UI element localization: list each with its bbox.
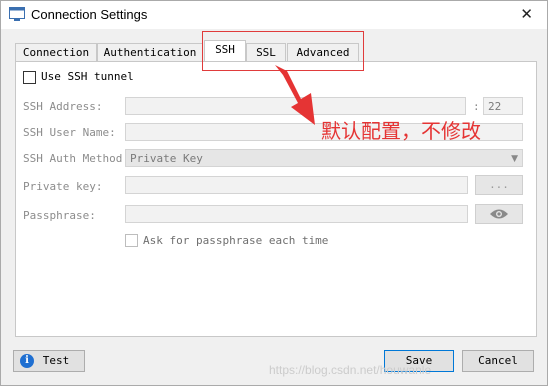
close-icon[interactable]: ✕	[520, 5, 533, 23]
show-passphrase-button[interactable]	[475, 204, 523, 224]
info-icon: i	[20, 354, 34, 368]
window-title: Connection Settings	[31, 7, 148, 22]
window-icon	[9, 7, 25, 21]
browse-key-button[interactable]: ...	[475, 175, 523, 195]
title-bar: Connection Settings ✕	[1, 1, 547, 29]
ask-passphrase-checkbox[interactable]	[125, 234, 138, 247]
ssh-auth-method-select[interactable]: Private Key ▼	[125, 149, 523, 167]
ask-passphrase-label: Ask for passphrase each time	[143, 234, 329, 247]
test-button[interactable]: i Test	[13, 350, 85, 372]
connection-settings-dialog: Connection Settings ✕ Connection Authent…	[0, 0, 548, 386]
ssh-auth-method-label: SSH Auth Method:	[23, 152, 129, 165]
ssh-address-label: SSH Address:	[23, 100, 103, 113]
chevron-down-icon: ▼	[511, 154, 518, 164]
private-key-label: Private key:	[23, 180, 103, 193]
annotation-text: 默认配置，不修改	[321, 119, 481, 143]
ssh-port-input[interactable]: 22	[483, 97, 523, 115]
test-button-label: Test	[42, 354, 70, 367]
cancel-button[interactable]: Cancel	[462, 350, 534, 372]
eye-icon	[490, 209, 508, 219]
ssh-auth-method-value: Private Key	[130, 152, 203, 165]
watermark: https://blog.csdn.net/houwanle	[269, 363, 432, 377]
tab-authentication[interactable]: Authentication	[97, 43, 203, 62]
port-separator: :	[473, 100, 480, 113]
passphrase-label: Passphrase:	[23, 209, 96, 222]
ssh-user-label: SSH User Name:	[23, 126, 116, 139]
use-ssh-tunnel-label: Use SSH tunnel	[41, 70, 134, 83]
use-ssh-tunnel-checkbox[interactable]	[23, 71, 36, 84]
private-key-input[interactable]	[125, 176, 468, 194]
passphrase-input[interactable]	[125, 205, 468, 223]
tab-connection[interactable]: Connection	[15, 43, 97, 62]
